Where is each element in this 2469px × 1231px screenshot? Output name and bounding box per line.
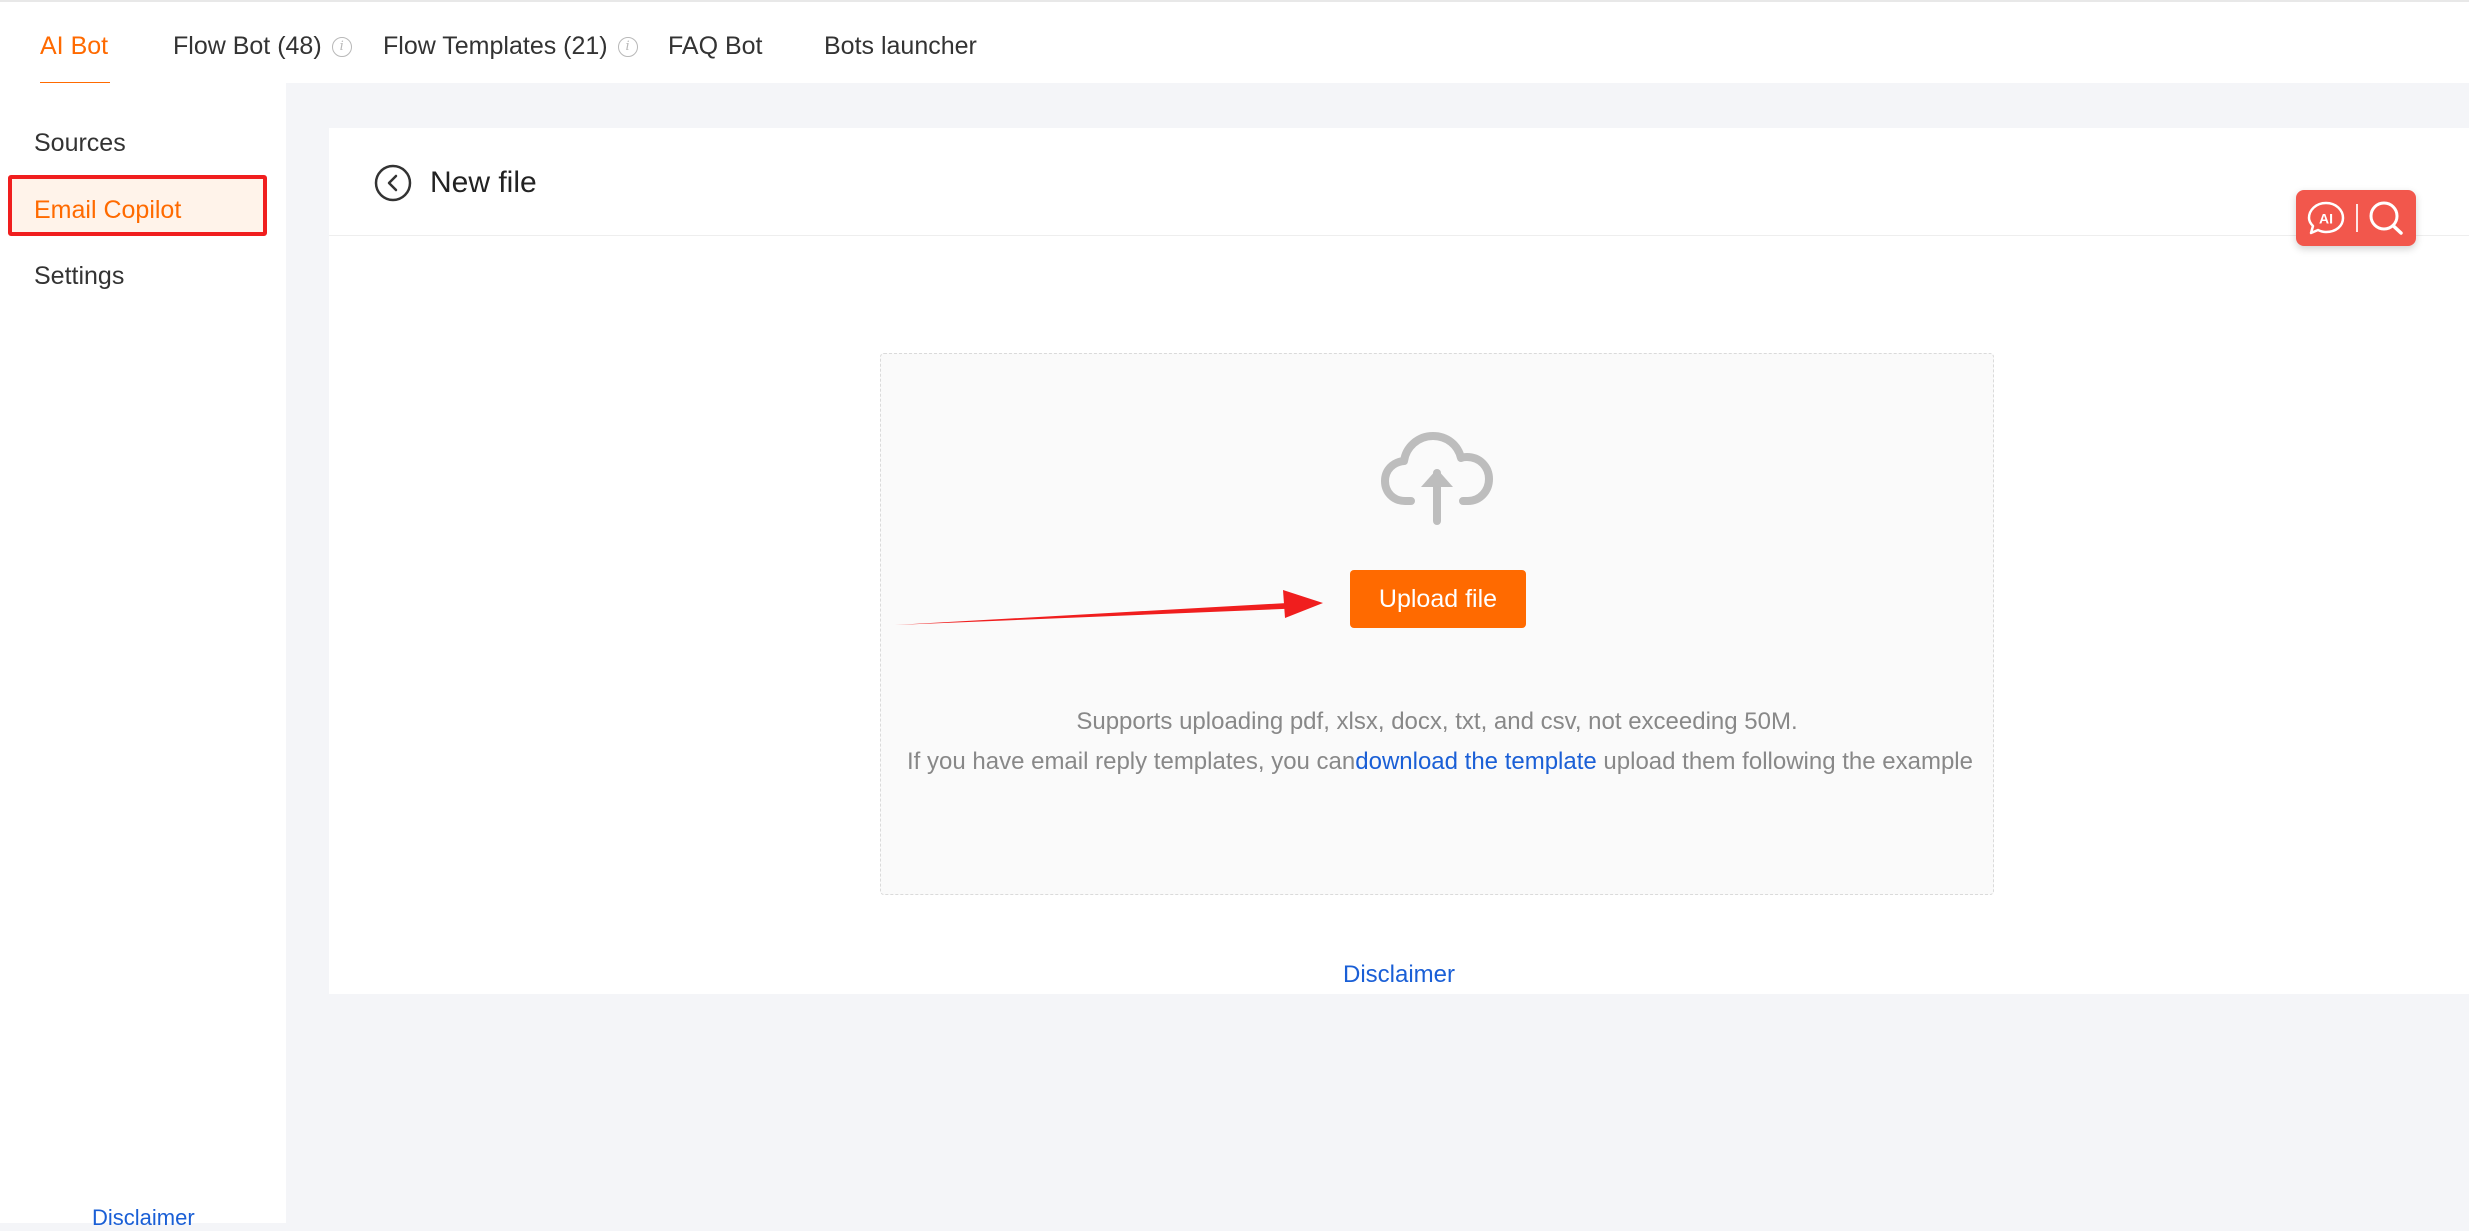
search-icon[interactable]: [2366, 199, 2406, 237]
sidebar: Sources Email Copilot Settings Disclaime…: [0, 83, 286, 1230]
tab-flow-bot[interactable]: Flow Bot (48) i: [173, 30, 352, 62]
template-suffix: upload them following the example: [1596, 748, 1973, 775]
tab-label: FAQ Bot: [668, 32, 763, 60]
page-title: New file: [430, 166, 537, 199]
tab-bots-launcher[interactable]: Bots launcher: [824, 30, 977, 62]
back-arrow-icon[interactable]: [374, 164, 412, 202]
red-arrow-annotation: [895, 590, 1323, 625]
tab-faq-bot[interactable]: FAQ Bot: [668, 30, 762, 62]
sidebar-disclaimer-link[interactable]: Disclaimer: [92, 1205, 195, 1231]
sidebar-item-sources[interactable]: Sources: [34, 127, 126, 159]
sidebar-item-label: Sources: [34, 129, 126, 157]
download-template-link[interactable]: download the template: [1355, 748, 1597, 775]
sidebar-item-label: Settings: [34, 262, 125, 290]
ai-chat-icon[interactable]: AI: [2306, 200, 2346, 236]
tab-label: AI Bot: [40, 32, 109, 60]
new-file-card: New file Disclaimer: [329, 128, 2469, 994]
sidebar-item-settings[interactable]: Settings: [34, 260, 124, 292]
tab-label: Bots launcher: [824, 32, 977, 60]
top-tab-bar: AI Bot Flow Bot (48) i Flow Templates (21…: [0, 0, 2469, 85]
disclaimer-row: Disclaimer: [329, 960, 2469, 990]
ai-label: AI: [2319, 211, 2333, 227]
template-prefix: If you have email reply templates, you c…: [907, 748, 1356, 775]
sidebar-item-label: Email Copilot: [34, 196, 182, 224]
upload-file-button[interactable]: Upload file: [1350, 570, 1526, 628]
tab-label: Flow Templates (21): [383, 32, 608, 60]
sidebar-item-email-copilot[interactable]: Email Copilot: [34, 194, 181, 226]
tab-flow-templates[interactable]: Flow Templates (21) i: [383, 30, 638, 62]
info-icon[interactable]: i: [331, 37, 352, 58]
disclaimer-link[interactable]: Disclaimer: [1343, 961, 1455, 988]
info-icon[interactable]: i: [617, 37, 638, 58]
supported-formats-text: Supports uploading pdf, xlsx, docx, txt,…: [1076, 708, 1798, 735]
tab-ai-bot[interactable]: AI Bot: [40, 30, 108, 62]
widget-divider: [2356, 204, 2358, 232]
template-instructions: If you have email reply templates, you c…: [900, 740, 1980, 783]
card-header: New file: [329, 128, 2469, 236]
ai-assistant-widget[interactable]: AI: [2296, 190, 2416, 246]
cloud-upload-icon: [1381, 432, 1493, 525]
tab-label: Flow Bot (48): [173, 32, 322, 60]
